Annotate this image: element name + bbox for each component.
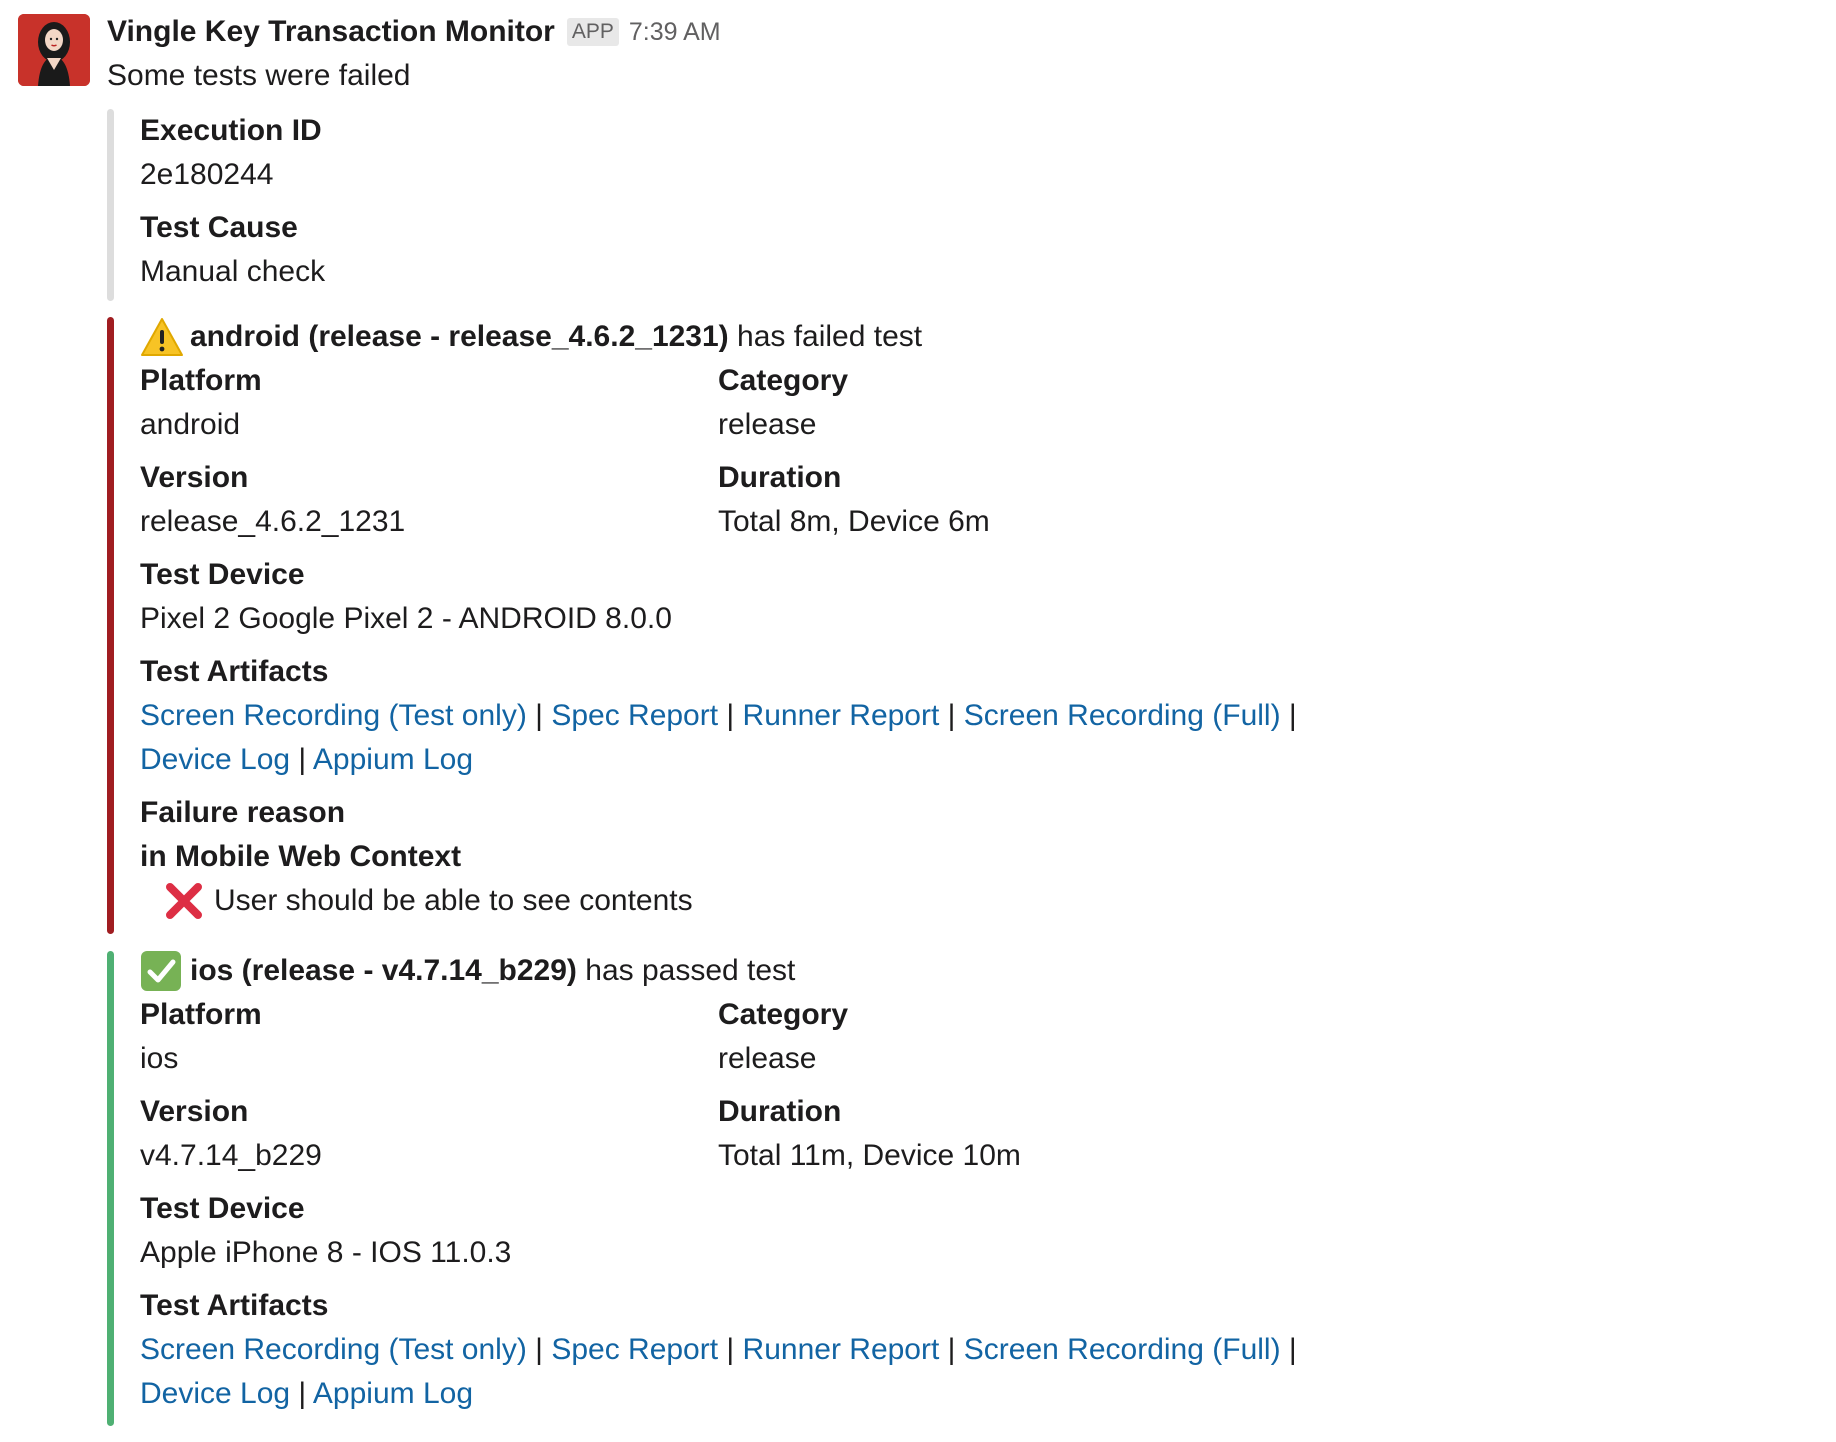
link-appium-log[interactable]: Appium Log <box>313 1377 473 1410</box>
field-value: Pixel 2 Google Pixel 2 - ANDROID 8.0.0 <box>140 602 672 635</box>
pretext-status: has passed test <box>576 954 796 987</box>
attachment-ios: ios (release - v4.7.14_b229) has passed … <box>107 951 1297 1426</box>
link-separator: | <box>290 1377 313 1410</box>
field-value: release <box>718 408 817 441</box>
timestamp[interactable]: 7:39 AM <box>629 18 721 47</box>
link-screen-recording-full[interactable]: Screen Recording (Full) <box>964 1333 1281 1366</box>
field-value: Total 8m, Device 6m <box>718 505 990 538</box>
field-title: Category <box>718 364 849 397</box>
link-device-log[interactable]: Device Log <box>140 1377 290 1410</box>
pretext-title: ios (release - v4.7.14_b229) <box>190 954 577 987</box>
field-value: android <box>140 408 241 441</box>
field-value: release <box>718 1042 817 1075</box>
check-icon <box>141 951 181 991</box>
attachment-bar <box>107 109 114 301</box>
link-appium-log[interactable]: Appium Log <box>313 743 473 776</box>
link-screen-recording-test[interactable]: Screen Recording (Test only) <box>140 699 527 732</box>
link-screen-recording-test[interactable]: Screen Recording (Test only) <box>140 1333 527 1366</box>
link-separator: | <box>1280 699 1297 732</box>
field-title: Version <box>140 461 249 494</box>
warning-icon <box>141 318 183 356</box>
failure-context: in Mobile Web Context <box>140 840 462 873</box>
link-screen-recording-full[interactable]: Screen Recording (Full) <box>964 699 1281 732</box>
artifact-links: Screen Recording (Test only) | Spec Repo… <box>140 1328 1297 1372</box>
avatar-illustration <box>18 14 90 86</box>
link-separator: | <box>718 1333 743 1366</box>
field-title: Test Device <box>140 1192 305 1225</box>
field-title: Test Artifacts <box>140 655 329 688</box>
app-name[interactable]: Vingle Key Transaction Monitor <box>107 15 555 49</box>
field-title: Duration <box>718 461 842 494</box>
link-separator: | <box>1280 1333 1297 1366</box>
field-value: release_4.6.2_1231 <box>140 505 406 538</box>
message-text: Some tests were failed <box>107 59 411 92</box>
field-value: v4.7.14_b229 <box>140 1139 322 1172</box>
field-value: Apple iPhone 8 - IOS 11.0.3 <box>140 1236 512 1269</box>
field-value: 2e180244 <box>140 158 274 191</box>
app-badge: APP <box>566 18 619 46</box>
message-container: Vingle Key Transaction Monitor APP 7:39 … <box>0 0 1836 1442</box>
attachment-meta: Execution ID 2e180244 Test Cause Manual … <box>107 109 325 301</box>
link-separator: | <box>290 743 313 776</box>
artifact-links-line2: Device Log | Appium Log <box>140 738 1297 782</box>
cross-icon <box>166 883 202 919</box>
link-runner-report[interactable]: Runner Report <box>743 699 940 732</box>
attachment-bar-failed <box>107 317 114 934</box>
attachment-bar-passed <box>107 951 114 1426</box>
link-separator: | <box>939 699 964 732</box>
failure-item-text: User should be able to see contents <box>214 884 693 917</box>
attachment-pretext: ios (release - v4.7.14_b229) has passed … <box>140 949 1297 993</box>
field-title: Duration <box>718 1095 842 1128</box>
link-separator: | <box>526 1333 552 1366</box>
field-title: Platform <box>140 364 262 397</box>
field-title: Execution ID <box>140 114 322 147</box>
pretext-title: android (release - release_4.6.2_1231) <box>190 320 729 353</box>
link-separator: | <box>718 699 743 732</box>
message-header: Vingle Key Transaction Monitor APP 7:39 … <box>107 10 721 54</box>
field-title: Failure reason <box>140 796 346 829</box>
attachment-android: android (release - release_4.6.2_1231) h… <box>107 317 1297 934</box>
link-spec-report[interactable]: Spec Report <box>551 1333 718 1366</box>
failure-item: User should be able to see contents <box>140 879 1297 923</box>
field-title: Version <box>140 1095 249 1128</box>
field-title: Test Artifacts <box>140 1289 329 1322</box>
link-device-log[interactable]: Device Log <box>140 743 290 776</box>
field-title: Test Device <box>140 558 305 591</box>
field-title: Category <box>718 998 849 1031</box>
field-value: Manual check <box>140 255 326 288</box>
link-separator: | <box>526 699 552 732</box>
pretext-status: has failed test <box>728 320 923 353</box>
field-title: Platform <box>140 998 262 1031</box>
artifact-links: Screen Recording (Test only) | Spec Repo… <box>140 694 1297 738</box>
field-value: ios <box>140 1042 179 1075</box>
field-title: Test Cause <box>140 211 298 244</box>
link-runner-report[interactable]: Runner Report <box>743 1333 940 1366</box>
link-spec-report[interactable]: Spec Report <box>551 699 718 732</box>
bot-avatar[interactable] <box>18 14 90 86</box>
artifact-links-line2: Device Log | Appium Log <box>140 1372 1297 1416</box>
field-value: Total 11m, Device 10m <box>718 1139 1021 1172</box>
attachment-pretext: android (release - release_4.6.2_1231) h… <box>140 315 1297 359</box>
link-separator: | <box>939 1333 964 1366</box>
